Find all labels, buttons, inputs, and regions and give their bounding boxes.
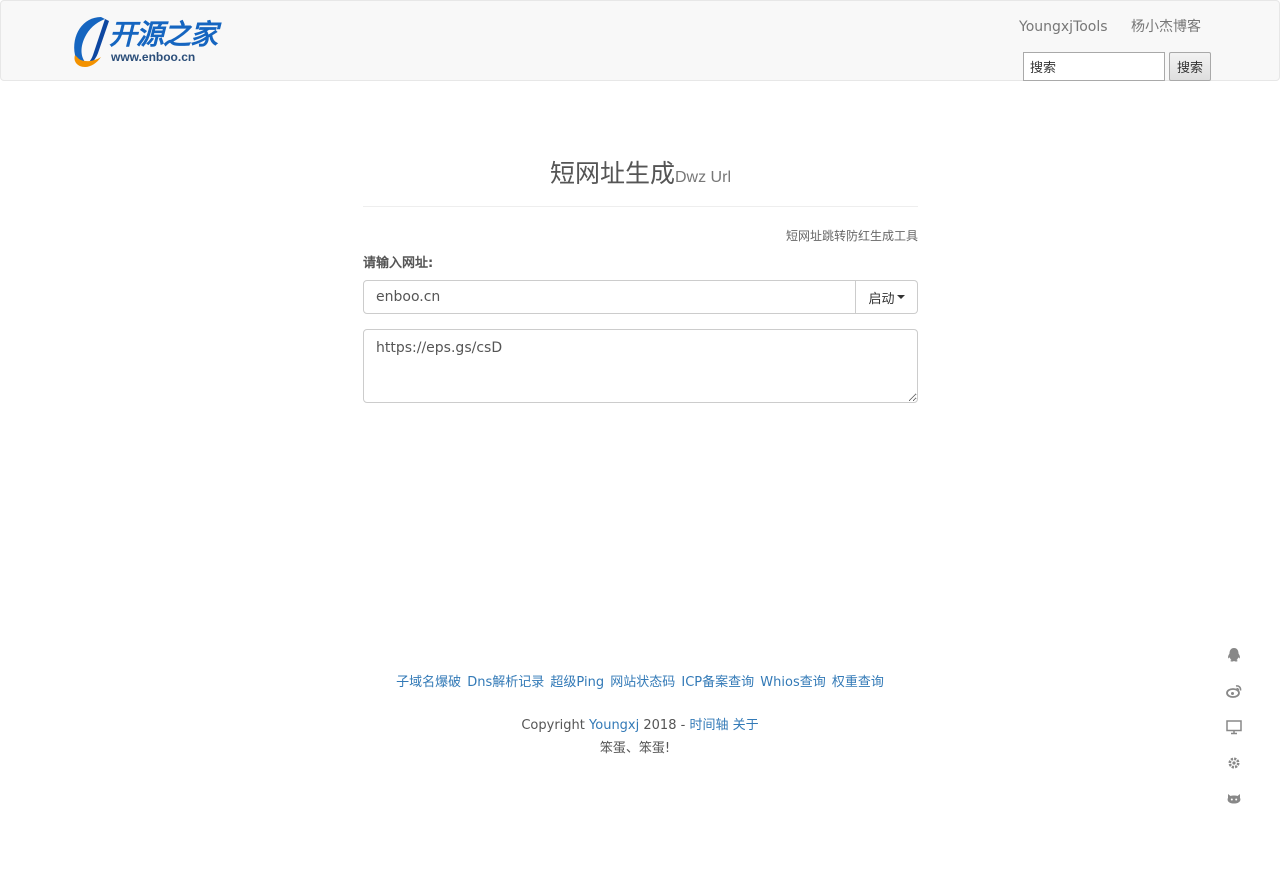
- page-header: 短网址生成Dwz Url: [363, 150, 918, 207]
- url-input-group: 启动: [363, 280, 918, 314]
- url-field-label: 请输入网址:: [363, 256, 434, 271]
- start-dropdown-button[interactable]: 启动: [856, 280, 918, 314]
- nav-link-blog[interactable]: 杨小杰博客: [1131, 18, 1201, 36]
- footer-link-dns[interactable]: Dns解析记录: [467, 675, 544, 690]
- start-button-label: 启动: [868, 291, 895, 307]
- footer-link-icp[interactable]: ICP备案查询: [681, 675, 754, 690]
- logo-text: 开源之家: [109, 18, 218, 51]
- page-subtitle: Dwz Url: [675, 169, 731, 186]
- tool-description: 短网址跳转防红生成工具: [785, 229, 918, 243]
- footer-motto: 笨蛋、笨蛋!: [599, 741, 671, 756]
- monitor-icon[interactable]: [1224, 717, 1244, 737]
- copyright-year: 2018 -: [643, 718, 686, 733]
- author-link[interactable]: Youngxj: [589, 718, 639, 733]
- footer-link-whois[interactable]: Whios查询: [760, 675, 825, 690]
- timeline-link[interactable]: 时间轴: [689, 718, 728, 733]
- search-input[interactable]: [1023, 52, 1165, 81]
- logo-mark-icon: [74, 17, 109, 67]
- site-logo[interactable]: 开源之家 www.enboo.cn: [71, 15, 218, 69]
- search-button[interactable]: 搜索: [1169, 52, 1211, 81]
- qq-icon[interactable]: [1224, 645, 1244, 665]
- footer-link-status-code[interactable]: 网站状态码: [610, 675, 675, 690]
- copyright-prefix: Copyright: [521, 718, 585, 733]
- footer-tool-links: 子域名爆破 Dns解析记录 超级Ping 网站状态码 ICP备案查询 Whios…: [0, 673, 1280, 693]
- caret-down-icon: [896, 295, 905, 299]
- footer-link-ping[interactable]: 超级Ping: [550, 675, 604, 690]
- footer-link-weight[interactable]: 权重查询: [832, 675, 884, 690]
- copyright: Copyright Youngxj 2018 - 时间轴 关于: [0, 716, 1280, 736]
- side-toolbar: [1224, 645, 1244, 825]
- weibo-icon[interactable]: [1224, 681, 1244, 701]
- gear-icon[interactable]: [1224, 753, 1244, 773]
- logo-domain: www.enboo.cn: [111, 50, 196, 64]
- about-link[interactable]: 关于: [733, 718, 759, 733]
- footer-link-subdomain[interactable]: 子域名爆破: [396, 675, 461, 690]
- github-icon[interactable]: [1224, 789, 1244, 809]
- navbar: 开源之家 www.enboo.cn YoungxjTools 杨小杰博客 搜索: [0, 0, 1280, 81]
- url-input[interactable]: [363, 280, 856, 314]
- result-textarea[interactable]: https://eps.gs/csD: [363, 329, 918, 403]
- main-content: 短网址生成Dwz Url 短网址跳转防红生成工具 请输入网址: 启动 https…: [363, 150, 918, 407]
- nav-link-youngxjtools[interactable]: YoungxjTools: [1019, 18, 1108, 36]
- page-title: 短网址生成: [549, 159, 675, 188]
